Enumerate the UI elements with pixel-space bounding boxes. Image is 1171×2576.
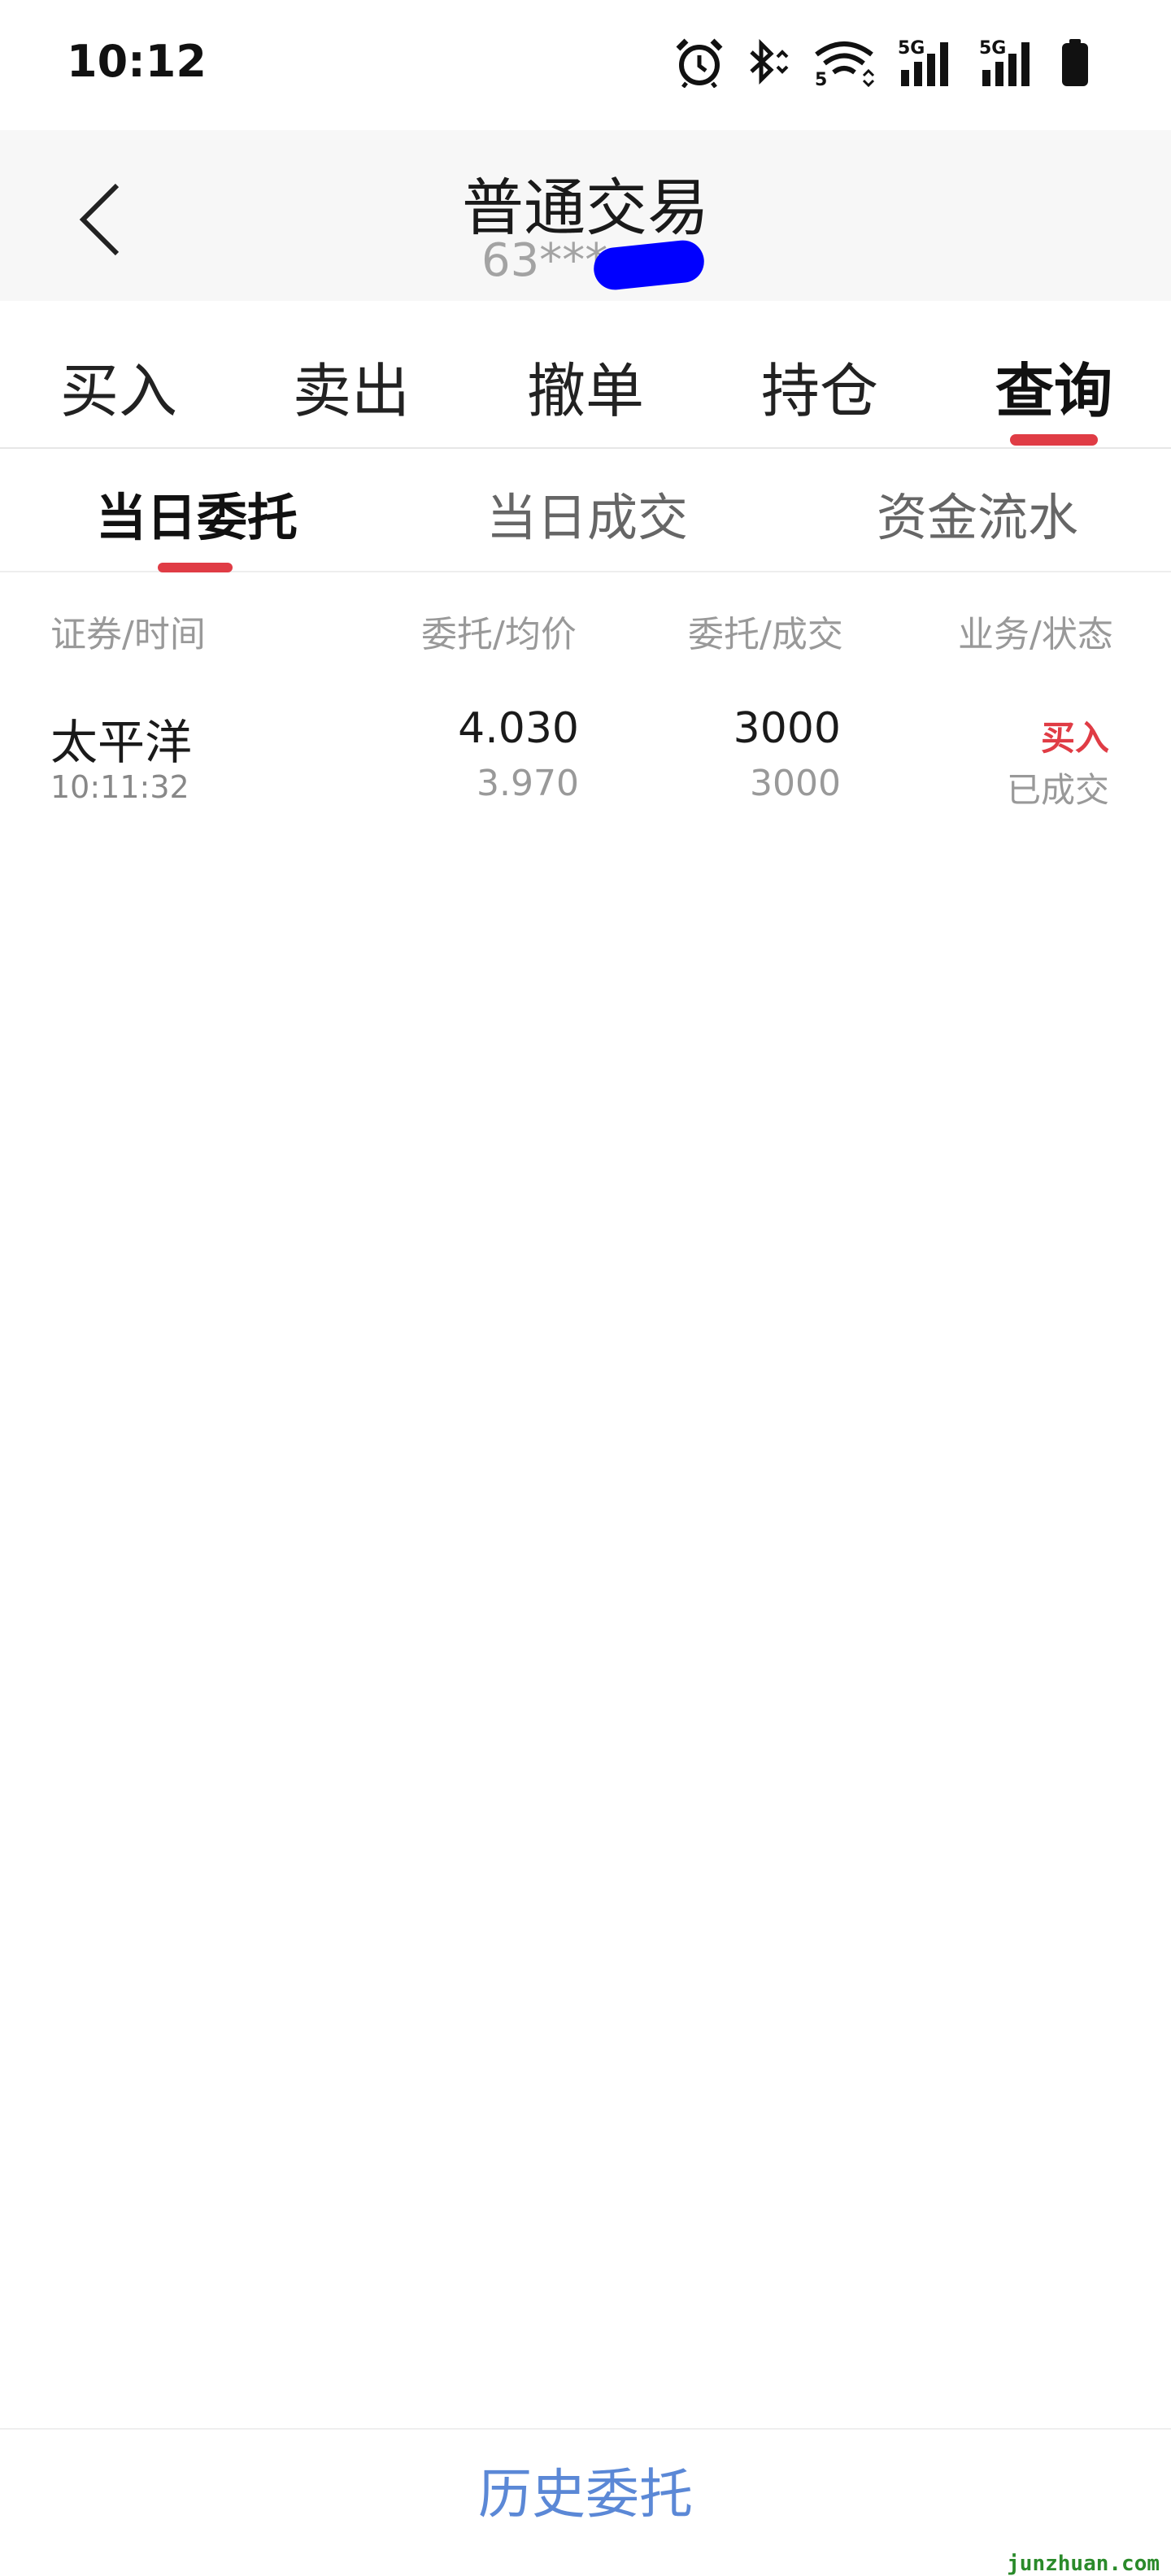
alarm-icon xyxy=(675,37,724,88)
header: 普通交易 63*** xyxy=(0,130,1171,301)
order-quantity: 3000 xyxy=(733,704,841,753)
subtab-today-trades[interactable]: 当日成交 xyxy=(486,476,688,550)
tab-buy[interactable]: 买入 xyxy=(60,343,177,429)
order-time: 10:11:32 xyxy=(50,769,189,805)
status-icons: 5 5G 5G xyxy=(675,34,1090,91)
business-type: 买入 xyxy=(1040,718,1109,758)
table-header: 证券/时间 委托/均价 委托/成交 业务/状态 xyxy=(0,572,1171,678)
history-orders-button[interactable]: 历史委托 xyxy=(0,2454,1171,2535)
tab-cancel-order[interactable]: 撤单 xyxy=(527,343,644,429)
signal-5g-icon: 5G xyxy=(979,37,1039,88)
order-price: 4.030 xyxy=(458,704,579,753)
subtab-today-orders[interactable]: 当日委托 xyxy=(96,476,298,550)
network-label: 5G xyxy=(979,38,1006,59)
column-header-order-filled: 委托/成交 xyxy=(688,614,843,655)
sub-tabs: 当日委托 当日成交 资金流水 xyxy=(0,449,1171,572)
average-price: 3.970 xyxy=(477,763,579,804)
account-number: 63*** xyxy=(481,234,608,287)
filled-quantity: 3000 xyxy=(750,763,841,804)
active-subtab-indicator xyxy=(158,563,233,572)
bluetooth-icon xyxy=(745,39,790,86)
table-row[interactable]: 太平洋 10:11:32 4.030 3.970 3000 3000 买入 已成… xyxy=(0,678,1171,816)
tab-positions[interactable]: 持仓 xyxy=(761,343,878,429)
watermark: junzhuan.com xyxy=(1007,2552,1160,2576)
trade-query-screen: 10:12 5 5G 5G 普通交易 63*** 买入 卖出 撤单 持仓 查询 … xyxy=(0,0,1171,2576)
subtab-fund-flow[interactable]: 资金流水 xyxy=(877,476,1078,550)
column-header-business-status: 业务/状态 xyxy=(958,614,1113,655)
order-status: 已成交 xyxy=(1006,770,1109,810)
column-header-order-avg-price: 委托/均价 xyxy=(421,614,577,655)
stock-name: 太平洋 xyxy=(50,715,193,770)
column-header-security-time: 证券/时间 xyxy=(50,614,206,655)
status-time: 10:12 xyxy=(67,36,207,87)
active-tab-indicator xyxy=(1010,434,1098,446)
status-bar: 10:12 5 5G 5G xyxy=(0,0,1171,130)
tab-sell[interactable]: 卖出 xyxy=(293,343,410,429)
bottom-bar: 历史委托 junzhuan.com xyxy=(0,2428,1171,2576)
network-label: 5G xyxy=(898,38,925,59)
wifi-icon: 5 xyxy=(812,38,877,87)
signal-5g-icon: 5G xyxy=(898,37,958,88)
battery-icon xyxy=(1060,37,1090,88)
tab-query[interactable]: 查询 xyxy=(995,343,1112,429)
wifi-label: 5 xyxy=(815,70,827,87)
main-tabs: 买入 卖出 撤单 持仓 查询 xyxy=(0,301,1171,449)
